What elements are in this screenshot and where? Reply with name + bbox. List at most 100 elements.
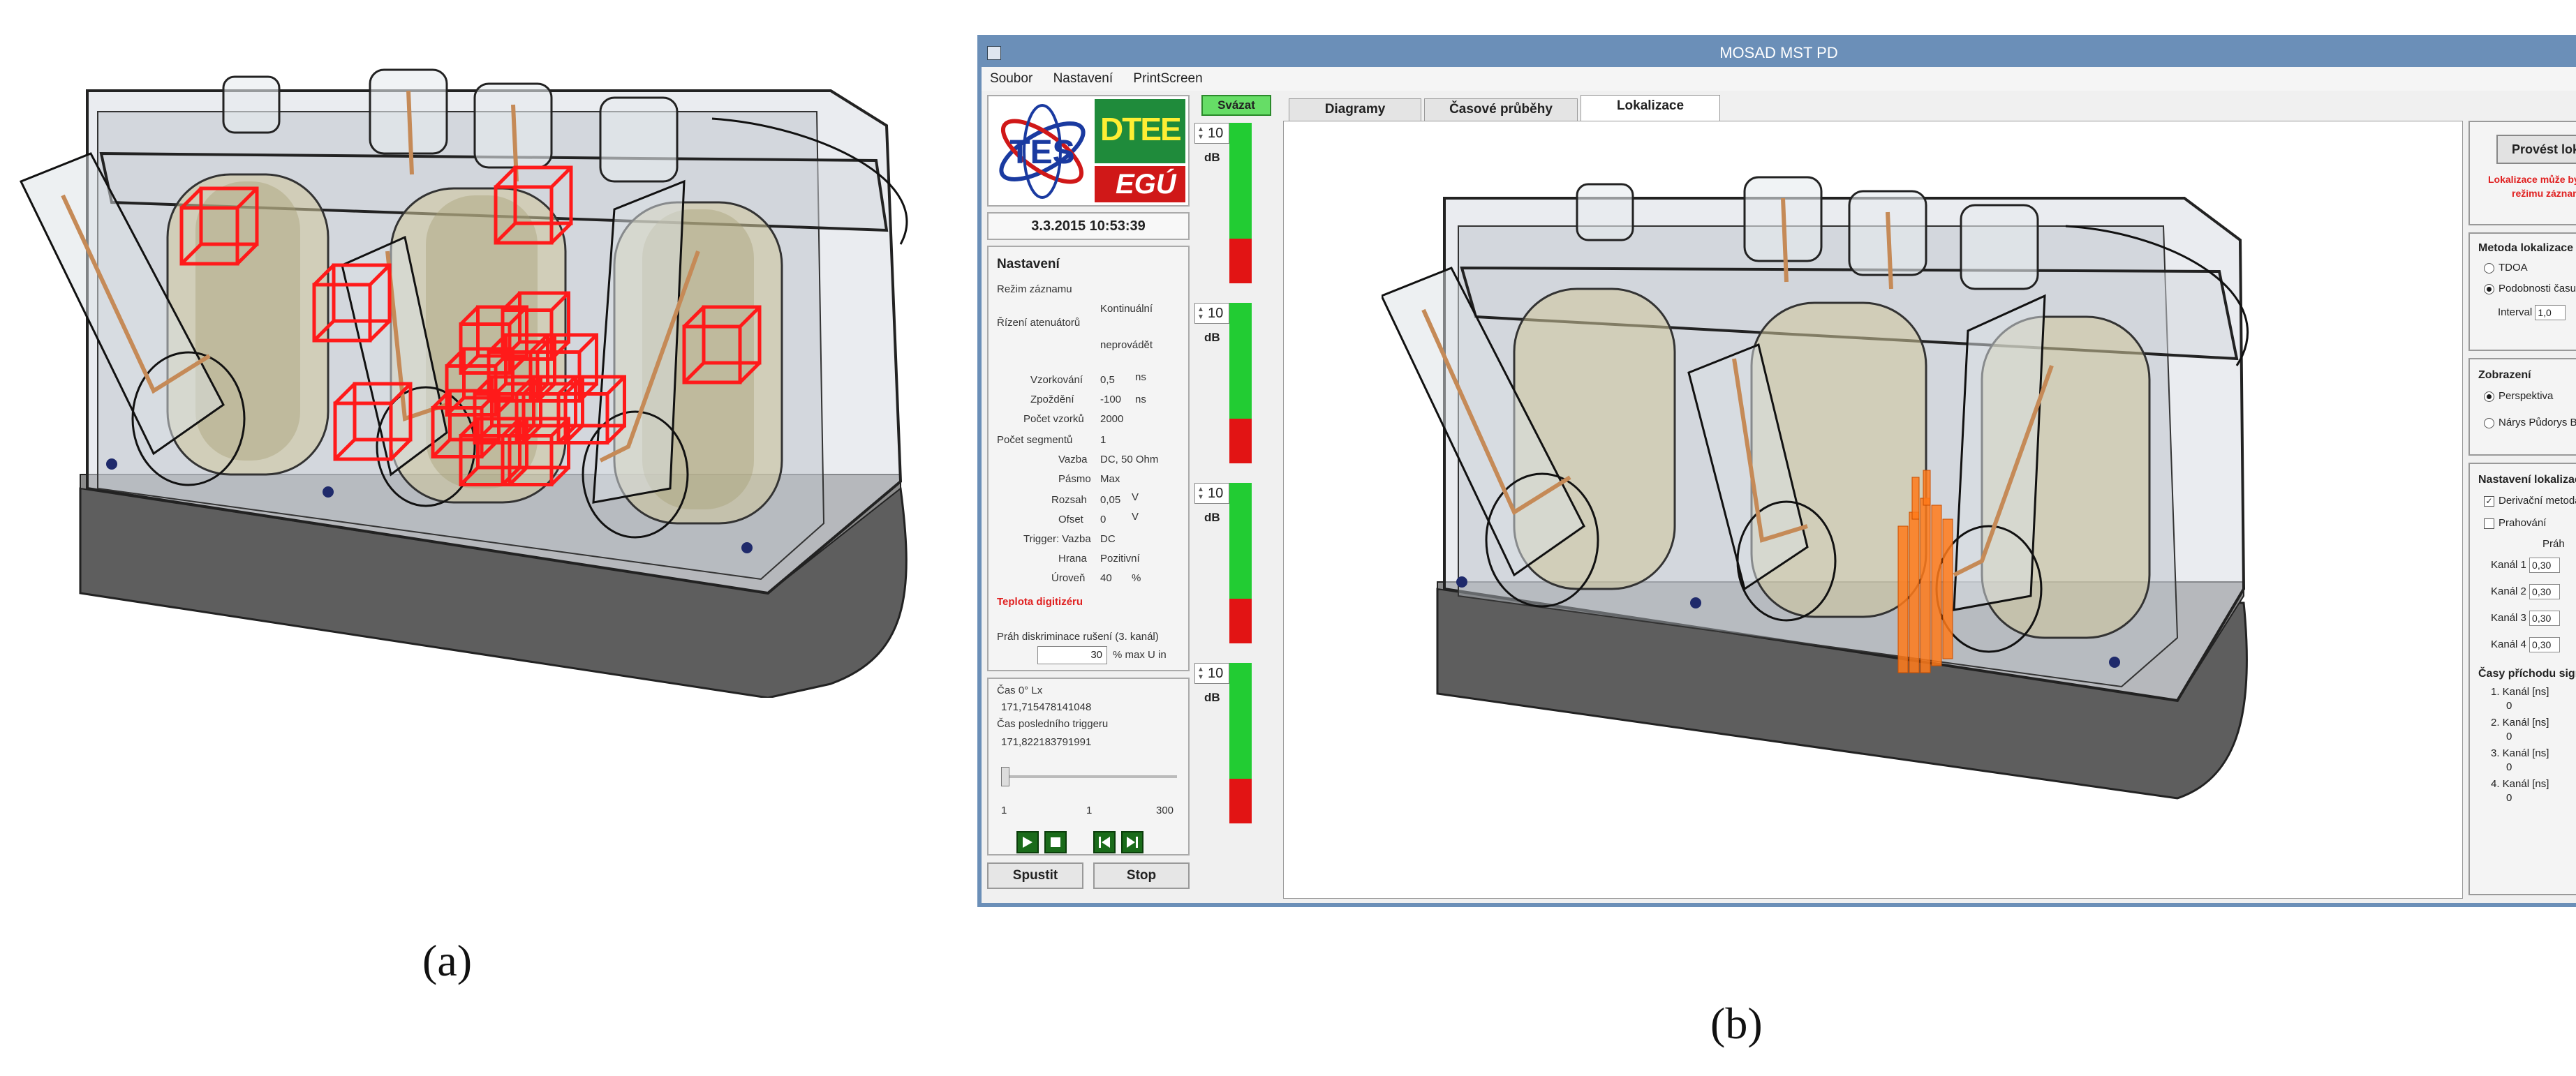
meter-3-overload-bar <box>1229 599 1252 643</box>
thresholding-label: Prahování <box>2499 517 2547 529</box>
channel-1-label: Kanál 1 <box>2491 558 2526 571</box>
dtee-logo-text: DTEE <box>1100 111 1182 147</box>
logo-box: TES DTEE EGÚ <box>987 95 1190 207</box>
vzork-value: 0,5 <box>1100 374 1115 386</box>
meter-4-gain-spinner[interactable]: ▲ ▼ 10 <box>1194 663 1229 684</box>
pocseg-label: Počet segmentů <box>997 434 1073 446</box>
zpozd-value: -100 <box>1100 394 1122 405</box>
method-tdoa-radio[interactable]: TDOA <box>2484 262 2528 274</box>
thresholding-checkbox[interactable]: Prahování <box>2484 517 2546 529</box>
method-title: Metoda lokalizace <box>2478 242 2574 254</box>
trigger-value: DC <box>1100 533 1116 545</box>
tes-logo: TES <box>999 104 1086 199</box>
meter-3-gain-value: 10 <box>1208 486 1224 501</box>
prah-input[interactable]: 30 <box>1037 646 1107 664</box>
channel-1-row: Kanál 1 0,30 <box>2491 558 2561 573</box>
svazat-button[interactable]: Svázat <box>1201 95 1271 116</box>
tab-lokalizace[interactable]: Lokalizace <box>1581 95 1720 121</box>
run-localization-button[interactable]: Provést lokali <box>2496 135 2576 164</box>
meter-4-level-bar <box>1229 663 1252 779</box>
menu-soubor[interactable]: Soubor <box>982 67 1041 91</box>
channel-meters: Svázat ▲ ▼ 10 dB ▲ ▼ 10 dB ▲ ▼ 10 dB ▲ ▼ 10 dB <box>1194 95 1278 897</box>
meter-3-level-bar <box>1229 483 1252 599</box>
meter-1-gain-spinner[interactable]: ▲ ▼ 10 <box>1194 123 1229 144</box>
meter-2-gain-value: 10 <box>1208 306 1224 321</box>
app-window: MOSAD MST PD Soubor Nastavení PrintScree… <box>977 35 2576 907</box>
record-slider-track[interactable] <box>1002 775 1177 778</box>
settings-panel: Nastavení Režim záznamu Kontinuální Říze… <box>987 246 1190 671</box>
meter-2-level-bar <box>1229 303 1252 419</box>
teplota-warning: Teplota digitizéru <box>997 596 1083 608</box>
channel-3-threshold-input[interactable]: 0,30 <box>2529 611 2561 626</box>
run-localization-box: Provést lokali Lokalizace může být zp re… <box>2468 121 2576 225</box>
meter-2-gain-spinner[interactable]: ▲ ▼ 10 <box>1194 303 1229 324</box>
prah-label: Práh diskriminace rušení (3. kanál) <box>997 631 1159 643</box>
derivative-checkbox[interactable]: ✓ Derivační metoda <box>2484 495 2576 507</box>
channel-2-label: Kanál 2 <box>2491 585 2526 597</box>
loc-settings-title: Nastavení lokalizace <box>2478 474 2576 486</box>
ofset-label: Ofset <box>1058 514 1083 525</box>
tab-diagramy[interactable]: Diagramy <box>1289 98 1421 121</box>
rozsah-unit: V <box>1132 491 1139 503</box>
stop-playback-button[interactable] <box>1044 831 1067 853</box>
channel-4-threshold-input[interactable]: 0,30 <box>2529 637 2561 652</box>
caption-a: (a) <box>422 936 473 985</box>
slider-current: 1 <box>1086 805 1093 816</box>
menu-printscreen[interactable]: PrintScreen <box>1125 67 1211 91</box>
checkbox-empty-icon <box>2484 518 2494 529</box>
tab-casove-prubehy[interactable]: Časové průběhy <box>1424 98 1578 121</box>
right-panel: Provést lokali Lokalizace může být zp re… <box>2468 121 2576 899</box>
channel-2-row: Kanál 2 0,30 <box>2491 584 2561 599</box>
title-bar: MOSAD MST PD <box>982 39 2576 67</box>
rozsah-label: Rozsah <box>1051 494 1087 506</box>
spinner-arrows-icon: ▲ ▼ <box>1197 486 1204 501</box>
meter-1-level-bar <box>1229 123 1252 239</box>
egu-logo-text: EGÚ <box>1116 169 1176 200</box>
channel-4-label: Kanál 4 <box>2491 638 2526 650</box>
zpozd-label: Zpoždění <box>1030 394 1074 405</box>
meter-4-unit: dB <box>1204 691 1220 704</box>
play-button[interactable] <box>1016 831 1039 853</box>
ofset-unit: V <box>1132 511 1139 523</box>
method-similar-label: Podobnosti času příc <box>2499 283 2576 294</box>
time-panel: Čas 0° Lx 171,715478141048 Čas posledníh… <box>987 678 1190 855</box>
threshold-column-header: Práh <box>2542 538 2565 550</box>
localization-3d-view[interactable] <box>1283 121 2463 899</box>
hrana-label: Hrana <box>1058 553 1087 565</box>
vazba-value: DC, 50 Ohm <box>1100 454 1159 465</box>
meter-2-unit: dB <box>1204 331 1220 344</box>
start-button[interactable]: Spustit <box>987 862 1083 889</box>
next-button[interactable] <box>1121 831 1143 853</box>
arrival-1-value: 0 <box>2506 700 2512 712</box>
ofset-value: 0 <box>1100 514 1106 525</box>
vzork-label: Vzorkování <box>1030 374 1083 386</box>
menu-nastaveni[interactable]: Nastavení <box>1045 67 1122 91</box>
arrival-2-label: 2. Kanál [ns] <box>2491 717 2549 728</box>
meter-1-unit: dB <box>1204 151 1220 164</box>
cas-label: Čas 0° Lx <box>997 685 1043 696</box>
method-box: Metoda lokalizace TDOA Podobnosti času p… <box>2468 232 2576 351</box>
channel-2-threshold-input[interactable]: 0,30 <box>2529 584 2561 599</box>
channel-1-threshold-input[interactable]: 0,30 <box>2529 558 2561 573</box>
display-perspective-radio[interactable]: Perspektiva <box>2484 390 2553 402</box>
rezim-value: Kontinuální <box>1100 303 1153 315</box>
record-slider-thumb[interactable] <box>1001 767 1009 786</box>
prah-unit: % max U in <box>1113 649 1167 661</box>
method-similar-radio[interactable]: Podobnosti času příc <box>2484 283 2576 294</box>
pd-location-markers <box>179 165 762 486</box>
atten-value: neprovádět <box>1100 339 1153 351</box>
atten-label: Řízení atenuátorů <box>997 317 1081 329</box>
tes-logo-text: TES <box>1009 134 1074 171</box>
arrival-times-title: Časy příchodu signálu <box>2478 668 2576 680</box>
meter-1-gain-value: 10 <box>1208 126 1224 141</box>
last-trigger-value: 171,822183791991 <box>1001 736 1092 748</box>
spinner-arrows-icon: ▲ ▼ <box>1197 126 1204 141</box>
interval-input[interactable]: 1,0 <box>2535 305 2566 320</box>
meter-3-gain-spinner[interactable]: ▲ ▼ 10 <box>1194 483 1229 504</box>
previous-button[interactable] <box>1093 831 1116 853</box>
display-views-radio[interactable]: Nárys Půdorys Boko <box>2484 417 2576 428</box>
stop-button[interactable]: Stop <box>1093 862 1190 889</box>
pocseg-value: 1 <box>1100 434 1106 446</box>
spinner-arrows-icon: ▲ ▼ <box>1197 306 1204 321</box>
pocvz-value: 2000 <box>1100 413 1124 425</box>
